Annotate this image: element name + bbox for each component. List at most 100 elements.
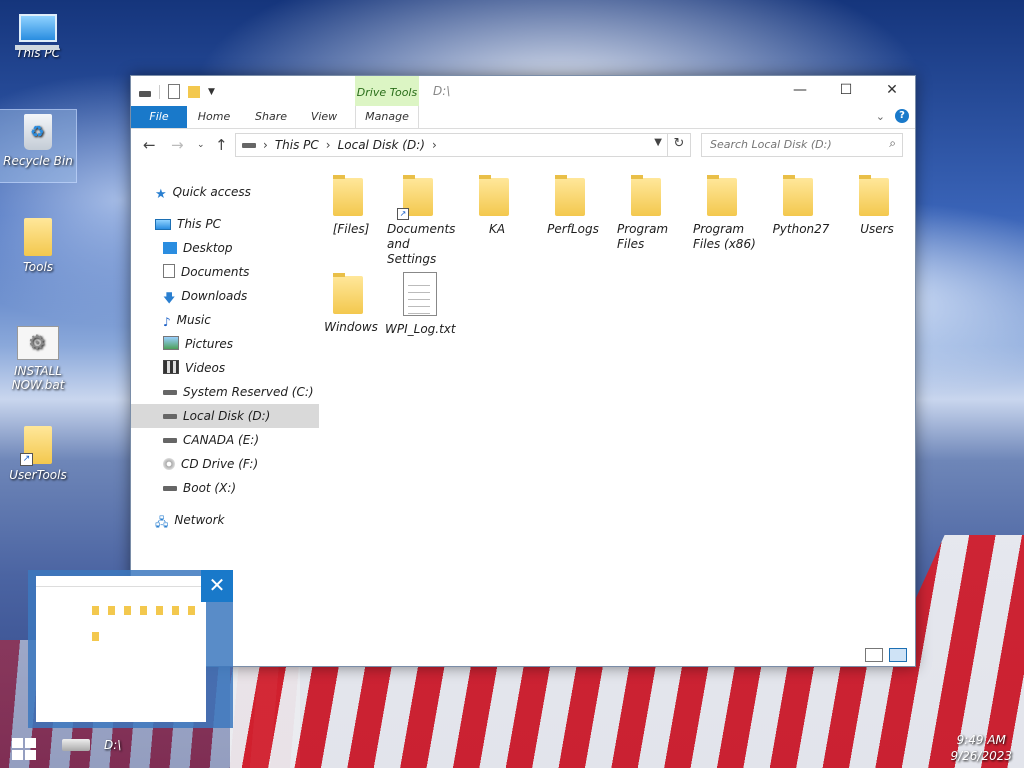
breadcrumb-local-disk[interactable]: Local Disk (D:) bbox=[338, 138, 425, 152]
search-icon[interactable]: ⌕ bbox=[889, 136, 896, 151]
view-toggle bbox=[865, 648, 907, 662]
nav-item-label: CANADA (E:) bbox=[183, 433, 260, 447]
recent-locations-chevron-icon[interactable]: ⌄ bbox=[197, 140, 205, 150]
expand-ribbon-chevron-icon[interactable]: ⌄ bbox=[876, 110, 885, 123]
tab-home[interactable]: Home bbox=[191, 106, 237, 128]
file-item-label: Program Files bbox=[617, 222, 669, 251]
folder-icon: ↗ bbox=[20, 426, 52, 466]
chevron-right-icon[interactable]: › bbox=[326, 138, 331, 152]
file-item-label: Documents and Settings bbox=[387, 222, 456, 266]
drive-icon bbox=[163, 390, 177, 395]
cd-drive-icon bbox=[163, 458, 175, 470]
batch-file-icon bbox=[17, 326, 59, 360]
taskbar-app-explorer[interactable]: D:\ bbox=[62, 738, 121, 752]
large-icons-view-icon[interactable] bbox=[889, 648, 907, 662]
folder-icon bbox=[479, 175, 509, 216]
thumbnail-window-image bbox=[36, 576, 206, 722]
tab-view[interactable]: View bbox=[303, 106, 345, 128]
nav-item-canada-e[interactable]: CANADA (E:) bbox=[131, 428, 319, 452]
nav-item-label: Local Disk (D:) bbox=[183, 409, 271, 423]
tab-share[interactable]: Share bbox=[249, 106, 293, 128]
file-item-perflogs[interactable]: PerfLogs bbox=[537, 175, 609, 237]
windows-logo-icon bbox=[12, 750, 23, 760]
window-controls: — ☐ ✕ bbox=[777, 76, 915, 106]
drive-icon bbox=[62, 739, 90, 751]
file-item-program-files-x86[interactable]: Program Files (x86) bbox=[689, 175, 761, 252]
refresh-icon[interactable]: ↻ bbox=[667, 134, 690, 156]
desktop-icon-tools[interactable]: Tools bbox=[0, 218, 76, 274]
nav-item-label: Quick access bbox=[172, 185, 251, 199]
ribbon-tabs: File Home Share View Manage ⌄ ? bbox=[131, 106, 915, 129]
taskbar-thumbnail-preview[interactable]: ✕ bbox=[28, 570, 233, 728]
chevron-right-icon[interactable]: › bbox=[432, 138, 437, 152]
nav-item-quick-access[interactable]: ★ Quick access bbox=[131, 180, 311, 204]
nav-item-downloads[interactable]: 🡇 Downloads bbox=[131, 284, 319, 308]
nav-item-music[interactable]: ♪ Music bbox=[131, 308, 319, 332]
nav-item-label: Boot (X:) bbox=[183, 481, 237, 495]
maximize-button[interactable]: ☐ bbox=[823, 76, 869, 106]
nav-item-system-reserved[interactable]: System Reserved (C:) bbox=[131, 380, 319, 404]
customize-toolbar-chevron-icon[interactable]: ▼ bbox=[208, 87, 215, 97]
start-button[interactable] bbox=[12, 738, 36, 760]
nav-item-pictures[interactable]: Pictures bbox=[131, 332, 319, 356]
nav-item-network[interactable]: 🖧 Network bbox=[131, 508, 311, 532]
documents-icon bbox=[163, 264, 175, 278]
file-item-ka[interactable]: KA bbox=[461, 175, 533, 237]
thumbnail-title-bar bbox=[36, 576, 206, 587]
file-item-program-files[interactable]: Program Files bbox=[613, 175, 685, 252]
details-view-icon[interactable] bbox=[865, 648, 883, 662]
search-box[interactable]: ⌕ bbox=[701, 133, 903, 157]
new-folder-icon[interactable] bbox=[188, 85, 200, 98]
nav-item-desktop[interactable]: Desktop bbox=[131, 236, 319, 260]
tab-file[interactable]: File bbox=[131, 106, 187, 128]
folder-icon bbox=[631, 175, 661, 216]
nav-item-boot-x[interactable]: Boot (X:) bbox=[131, 476, 319, 500]
nav-item-label: This PC bbox=[177, 217, 221, 231]
nav-item-documents[interactable]: Documents bbox=[131, 260, 319, 284]
desktop-icon-label: Recycle Bin bbox=[3, 154, 73, 168]
recycle-bin-icon bbox=[24, 114, 52, 150]
file-item-users[interactable]: Users bbox=[841, 175, 913, 237]
file-item-python27[interactable]: Python27 bbox=[765, 175, 837, 237]
downloads-icon: 🡇 bbox=[163, 291, 176, 305]
file-item-windows[interactable]: Windows bbox=[315, 273, 387, 335]
nav-item-local-disk-d[interactable]: Local Disk (D:) bbox=[131, 404, 319, 428]
address-bar[interactable]: › This PC › Local Disk (D:) › ▼ ↻ bbox=[235, 133, 691, 157]
file-item-wpi-log[interactable]: WPI_Log.txt bbox=[385, 272, 465, 337]
up-arrow-icon[interactable]: ↑ bbox=[215, 136, 228, 154]
help-icon[interactable]: ? bbox=[895, 109, 909, 123]
back-arrow-icon[interactable]: ← bbox=[143, 136, 156, 154]
folder-icon bbox=[783, 175, 813, 216]
properties-icon[interactable] bbox=[168, 84, 180, 99]
system-clock[interactable]: 9:49 AM 9/26/2023 bbox=[950, 732, 1012, 764]
file-item-files[interactable]: [Files] bbox=[315, 175, 387, 237]
file-item-label: KA bbox=[488, 222, 506, 236]
tab-manage[interactable]: Manage bbox=[355, 106, 419, 128]
chevron-right-icon[interactable]: › bbox=[263, 138, 268, 152]
address-row: ← → ⌄ ↑ › This PC › Local Disk (D:) › ▼ … bbox=[131, 129, 915, 163]
address-dropdown-chevron-icon[interactable]: ▼ bbox=[654, 137, 662, 148]
nav-item-this-pc[interactable]: This PC bbox=[131, 212, 311, 236]
nav-item-cd-drive-f[interactable]: CD Drive (F:) bbox=[131, 452, 319, 476]
nav-item-label: Pictures bbox=[185, 337, 234, 351]
minimize-button[interactable]: — bbox=[777, 76, 823, 106]
desktop-icon-usertools[interactable]: ↗ UserTools bbox=[0, 426, 76, 482]
nav-item-label: Documents bbox=[181, 265, 250, 279]
search-input[interactable] bbox=[702, 134, 880, 154]
desktop-icon-label: Tools bbox=[22, 260, 54, 274]
desktop-icon-label: INSTALL NOW.bat bbox=[11, 364, 65, 392]
nav-item-videos[interactable]: Videos bbox=[131, 356, 319, 380]
folder-icon bbox=[333, 175, 363, 216]
forward-arrow-icon[interactable]: → bbox=[171, 136, 184, 154]
breadcrumb-this-pc[interactable]: This PC bbox=[275, 138, 319, 152]
clock-time: 9:49 AM bbox=[956, 733, 1006, 747]
file-item-label: Users bbox=[860, 222, 894, 236]
file-item-documents-and-settings[interactable]: ↗ Documents and Settings bbox=[385, 175, 457, 267]
thumbnail-close-icon[interactable]: ✕ bbox=[201, 570, 233, 602]
desktop-icon-recycle-bin[interactable]: Recycle Bin bbox=[0, 109, 77, 183]
drive-icon bbox=[163, 438, 177, 443]
close-button[interactable]: ✕ bbox=[869, 76, 915, 106]
desktop-icon-install-now[interactable]: INSTALL NOW.bat bbox=[0, 326, 76, 392]
desktop-icon-this-pc[interactable]: This PC bbox=[0, 8, 76, 60]
nav-item-label: Music bbox=[176, 313, 211, 327]
